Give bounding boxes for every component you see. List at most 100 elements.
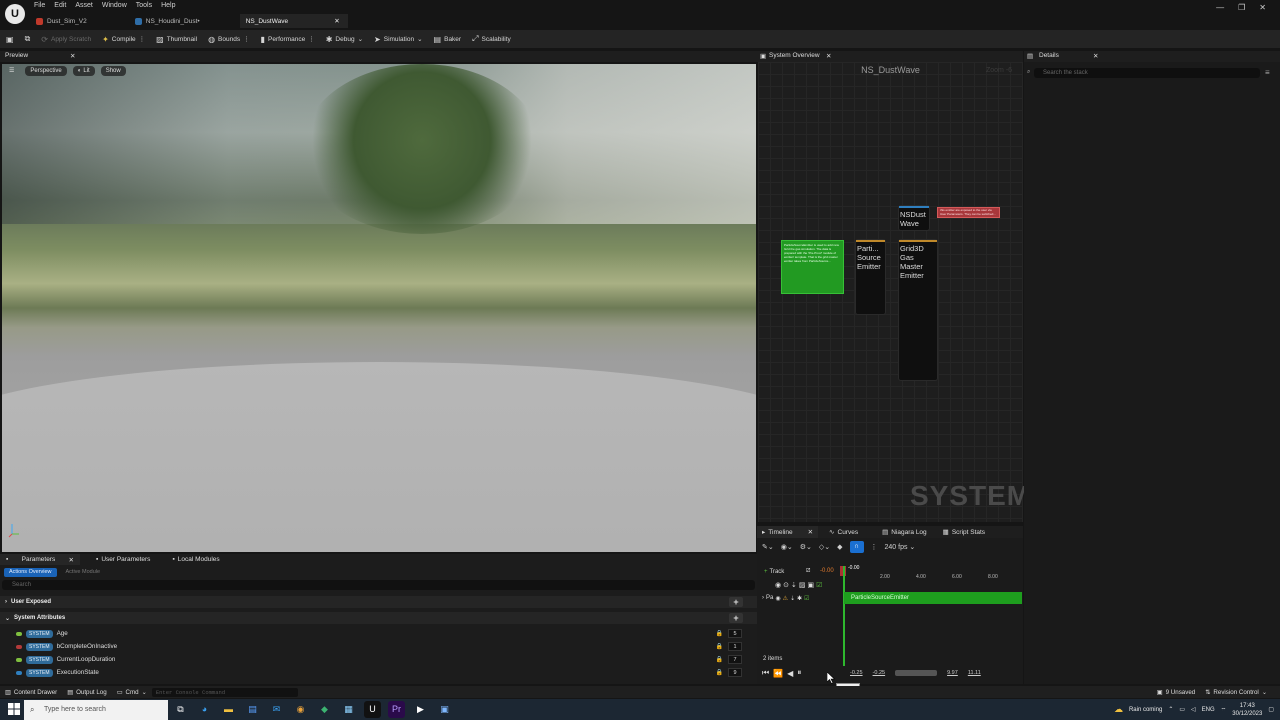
comment-note-warning[interactable]: this emitter are exposed to the user via… bbox=[937, 207, 1000, 218]
enabled-checkbox-icon[interactable]: ☑ bbox=[816, 581, 822, 589]
view-icon[interactable]: ◉⌄ bbox=[781, 543, 793, 551]
timeline-ruler[interactable]: -0.00 2.00 4.00 6.00 8.00 bbox=[842, 565, 1022, 580]
viewport-menu-icon[interactable]: ☰ bbox=[4, 66, 19, 76]
file-explorer-icon[interactable]: ▬ bbox=[220, 701, 237, 718]
add-icon[interactable]: + bbox=[729, 597, 743, 607]
menu-help[interactable]: Help bbox=[161, 2, 180, 9]
thumbnail-button[interactable]: ▨ Thumbnail bbox=[156, 35, 197, 44]
menu-tools[interactable]: Tools bbox=[136, 2, 157, 9]
edge-icon[interactable]: ◕ bbox=[196, 701, 213, 718]
browse-button[interactable]: ⧉ bbox=[25, 34, 31, 44]
more-icon[interactable]: ⋮ bbox=[139, 35, 146, 43]
show-button[interactable]: Show bbox=[100, 66, 126, 76]
add-icon[interactable]: + bbox=[729, 613, 743, 623]
files-icon[interactable]: ▦ bbox=[340, 701, 357, 718]
param-row[interactable]: SYSTEM ExecutionState 🔒 9 bbox=[0, 666, 757, 679]
compile-button[interactable]: ✦ Compile ⋮ bbox=[102, 35, 145, 44]
doc-tab-ns-dustwave[interactable]: NS_DustWave ✕ bbox=[239, 14, 348, 28]
close-icon[interactable]: ✕ bbox=[826, 52, 831, 60]
edit-tool-icon[interactable]: ✎⌄ bbox=[762, 543, 774, 551]
preview-viewport[interactable] bbox=[2, 64, 756, 552]
mute-icon[interactable]: ⊙ bbox=[783, 581, 789, 589]
perspective-button[interactable]: Perspective bbox=[25, 66, 67, 76]
premiere-icon[interactable]: Pr bbox=[388, 701, 405, 718]
tab-curves[interactable]: ∿ Curves bbox=[824, 526, 863, 538]
task-view-icon[interactable]: ⧉ bbox=[172, 701, 189, 718]
details-search-input[interactable]: Search the stack bbox=[1034, 68, 1260, 78]
details-tab[interactable]: ▤ Details ✕ bbox=[1024, 51, 1280, 62]
scalability-button[interactable]: ⤢ Scalability bbox=[472, 34, 511, 44]
app-icon[interactable]: ◆ bbox=[316, 701, 333, 718]
tab-timeline[interactable]: ▸ Timeline ✕ bbox=[757, 526, 819, 538]
close-icon[interactable]: ✕ bbox=[69, 556, 74, 564]
photos-icon[interactable]: ▣ bbox=[436, 701, 453, 718]
close-icon[interactable]: ✕ bbox=[808, 528, 813, 536]
solo-icon[interactable]: ◉ bbox=[775, 581, 781, 589]
system-track-row[interactable]: ◉ ⊙ ⇣ ▨ ▣ ☑ bbox=[775, 581, 822, 589]
volume-icon[interactable]: ◁ bbox=[1191, 706, 1196, 713]
output-log-button[interactable]: ▤ Output Log bbox=[62, 689, 111, 696]
windows-start-icon[interactable] bbox=[8, 703, 20, 715]
menu-window[interactable]: Window bbox=[102, 2, 132, 9]
tab-script-stats[interactable]: ▦ Script Stats bbox=[938, 526, 990, 538]
param-row[interactable]: SYSTEM CurrentLoopDuration 🔒 7 bbox=[0, 653, 757, 666]
unsaved-button[interactable]: ▣ 9 Unsaved bbox=[1152, 689, 1200, 696]
emitter-node-particle-source[interactable]: Parti... Source Emitter bbox=[856, 240, 885, 314]
debug-button[interactable]: ✱ Debug ⌄ bbox=[326, 35, 363, 44]
revision-control-button[interactable]: ⇅ Revision Control ⌄ bbox=[1200, 689, 1272, 696]
emitter-node-grid3d-gas[interactable]: Grid3D Gas Master Emitter bbox=[899, 240, 937, 380]
media-player-icon[interactable]: ▶ bbox=[412, 701, 429, 718]
add-key-icon[interactable]: ◆ bbox=[837, 543, 842, 551]
tab-parameters[interactable]: ▪ Parameters ✕ bbox=[0, 554, 80, 565]
chrome-icon[interactable]: ◉ bbox=[292, 701, 309, 718]
param-value[interactable]: 1 bbox=[728, 642, 742, 651]
taskbar-search-input[interactable]: Type here to search bbox=[24, 700, 168, 720]
system-overview-tab[interactable]: ▣ System Overview ✕ bbox=[757, 51, 1023, 62]
view-end[interactable]: 9.97 bbox=[947, 670, 958, 676]
param-row[interactable]: SYSTEM Age 🔒 5 bbox=[0, 627, 757, 640]
mail-icon[interactable]: ✉ bbox=[268, 701, 285, 718]
save-button[interactable]: ▣ bbox=[6, 35, 14, 44]
doc-tab-houdini-dust[interactable]: NS_Houdini_Dust• bbox=[129, 14, 208, 28]
bounds-button[interactable]: ◍ Bounds ⋮ bbox=[208, 35, 250, 44]
parameters-search-input[interactable]: Search bbox=[2, 580, 755, 590]
maximize-icon[interactable]: ❐ bbox=[1238, 3, 1245, 12]
network-icon[interactable]: ▭ bbox=[1179, 706, 1185, 713]
close-icon[interactable]: ✕ bbox=[334, 17, 339, 25]
doc-tab-dust-sim[interactable]: Dust_Sim_V2 bbox=[30, 14, 95, 28]
wifi-icon[interactable]: ⌔ bbox=[1221, 706, 1227, 714]
more-icon[interactable]: ⋮ bbox=[308, 35, 315, 43]
content-drawer-button[interactable]: ▥ Content Drawer bbox=[0, 689, 62, 696]
section-system-attributes[interactable]: ⌄ System Attributes + bbox=[0, 612, 757, 624]
step-back-icon[interactable]: ⏪ bbox=[773, 669, 783, 678]
range-end[interactable]: 11.11 bbox=[968, 670, 981, 676]
filter-search-icon[interactable]: ⧄ bbox=[806, 567, 810, 575]
performance-button[interactable]: ▮ Performance ⋮ bbox=[261, 35, 315, 44]
menu-icon[interactable]: ≡ bbox=[1265, 68, 1270, 77]
close-window-icon[interactable]: ✕ bbox=[1259, 3, 1266, 12]
menu-asset[interactable]: Asset bbox=[75, 2, 98, 9]
apply-scratch-button[interactable]: ⟳ Apply Scratch bbox=[41, 35, 91, 44]
range-start[interactable]: -0.25 bbox=[850, 670, 863, 676]
param-row[interactable]: SYSTEM bCompleteOnInactive 🔒 1 bbox=[0, 640, 757, 653]
param-value[interactable]: 5 bbox=[728, 629, 742, 638]
keyframe-icon[interactable]: ◇⌄ bbox=[819, 543, 830, 551]
pin-icon[interactable]: ⇣ bbox=[790, 595, 795, 602]
solo-icon[interactable]: ◉ bbox=[775, 595, 780, 602]
tray-chevron-icon[interactable]: ⌃ bbox=[1168, 706, 1173, 713]
tab-local-modules[interactable]: ▪ Local Modules bbox=[166, 554, 225, 565]
play-reverse-icon[interactable]: ◀ bbox=[787, 669, 793, 678]
fps-dropdown[interactable]: 240 fps ⌄ bbox=[885, 543, 916, 551]
param-value[interactable]: 7 bbox=[728, 655, 742, 664]
param-value[interactable]: 9 bbox=[728, 668, 742, 677]
menu-file[interactable]: File bbox=[34, 2, 50, 9]
filter-icon[interactable]: ⚙⌄ bbox=[800, 543, 812, 551]
preview-tab[interactable]: Preview ✕ bbox=[0, 51, 757, 62]
console-input[interactable]: Enter Console Command bbox=[151, 687, 298, 697]
view-start[interactable]: -0.25 bbox=[873, 670, 886, 676]
language-indicator[interactable]: ENG bbox=[1202, 707, 1215, 713]
tab-user-parameters[interactable]: ▪ User Parameters bbox=[90, 554, 156, 565]
emitter-track-row[interactable]: › Pa ◉ ⚠ ⇣ ✱ ☑ bbox=[762, 593, 842, 603]
active-module-button[interactable]: Active Module bbox=[61, 568, 106, 577]
jump-start-icon[interactable]: ⏮ bbox=[762, 668, 769, 678]
